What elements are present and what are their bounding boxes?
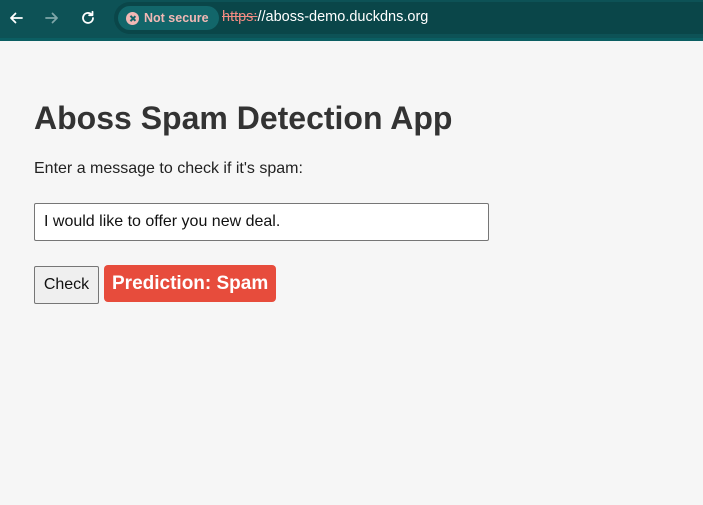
toolbar-divider [0, 38, 703, 41]
check-button[interactable]: Check [34, 266, 99, 304]
url-text[interactable]: https://aboss-demo.duckdns.org [222, 9, 428, 25]
instruction-text: Enter a message to check if it's spam: [34, 160, 303, 177]
browser-toolbar: Not secure https://aboss-demo.duckdns.or… [0, 0, 703, 41]
security-label: Not secure [144, 11, 209, 25]
url-host: //aboss-demo.duckdns.org [257, 9, 429, 25]
page-title: Aboss Spam Detection App [34, 100, 453, 136]
reload-button[interactable] [77, 7, 99, 29]
not-secure-icon [126, 11, 139, 25]
url-scheme: https: [222, 9, 258, 25]
forward-button[interactable] [41, 7, 63, 29]
reload-icon [82, 10, 94, 24]
back-button[interactable] [5, 7, 27, 29]
message-input[interactable] [34, 203, 489, 241]
prediction-result: Prediction: Spam [104, 265, 277, 302]
arrow-left-icon [10, 12, 23, 24]
site-security-chip[interactable]: Not secure [118, 6, 219, 30]
arrow-right-icon [45, 12, 58, 24]
